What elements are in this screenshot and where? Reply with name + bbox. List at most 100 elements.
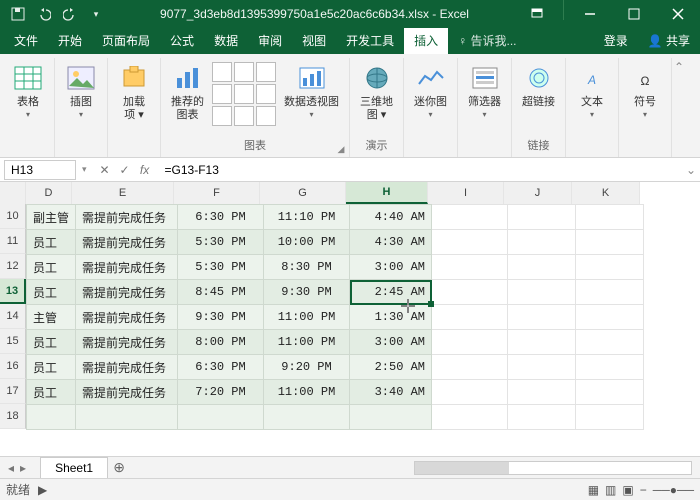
tables-button[interactable]: 表格 ▾	[8, 60, 48, 139]
view-page-layout-icon[interactable]: ▥	[605, 483, 616, 497]
cell[interactable]	[508, 205, 576, 230]
cell[interactable]: 3:00 AM	[350, 255, 432, 280]
cell[interactable]	[350, 405, 432, 430]
filters-button[interactable]: 筛选器 ▾	[464, 60, 505, 139]
cell[interactable]	[432, 280, 508, 305]
ribbon-options-icon[interactable]	[515, 0, 559, 28]
cell[interactable]: 主管	[27, 305, 76, 330]
cell[interactable]: 1:30 AM	[350, 305, 432, 330]
tab-developer[interactable]: 开发工具	[336, 28, 404, 54]
tab-formula[interactable]: 公式	[160, 28, 204, 54]
redo-icon[interactable]	[60, 4, 80, 24]
chart-pie-icon[interactable]	[256, 84, 276, 104]
cell[interactable]: 5:30 PM	[178, 230, 264, 255]
sheet-tab[interactable]: Sheet1	[40, 457, 108, 478]
cell[interactable]: 4:40 AM	[350, 205, 432, 230]
cell[interactable]	[576, 305, 644, 330]
row-header[interactable]: 10	[0, 204, 26, 229]
collapse-ribbon[interactable]: ⌃	[672, 58, 686, 157]
hyperlink-button[interactable]: 超链接	[518, 60, 559, 135]
column-header[interactable]: F	[174, 182, 260, 204]
cell[interactable]	[508, 330, 576, 355]
cell[interactable]: 9:20 PM	[264, 355, 350, 380]
cell[interactable]	[508, 305, 576, 330]
cell[interactable]: 3:40 AM	[350, 380, 432, 405]
cell[interactable]: 需提前完成任务	[76, 205, 178, 230]
cell[interactable]	[508, 355, 576, 380]
cell[interactable]	[508, 280, 576, 305]
cell[interactable]	[432, 355, 508, 380]
add-sheet-button[interactable]: ⊕	[108, 459, 130, 476]
chart-column-icon[interactable]	[212, 62, 232, 82]
cell[interactable]	[432, 380, 508, 405]
cell[interactable]: 6:30 PM	[178, 205, 264, 230]
cell[interactable]: 2:45 AM	[350, 280, 432, 305]
column-header[interactable]: J	[504, 182, 572, 204]
cell[interactable]	[576, 230, 644, 255]
cell[interactable]: 需提前完成任务	[76, 255, 178, 280]
worksheet-grid[interactable]: DEFGHIJK 101112131415161718 副主管需提前完成任务6:…	[0, 182, 700, 456]
cell[interactable]: 11:00 PM	[264, 305, 350, 330]
cell[interactable]: 副主管	[27, 205, 76, 230]
share-button[interactable]: 👤 共享	[638, 28, 700, 54]
cell[interactable]	[264, 405, 350, 430]
cell[interactable]	[432, 405, 508, 430]
login-link[interactable]: 登录	[594, 28, 638, 54]
cell[interactable]	[508, 255, 576, 280]
horizontal-scrollbar[interactable]	[414, 461, 692, 475]
tab-insert[interactable]: 插入	[404, 28, 448, 54]
text-button[interactable]: A 文本 ▾	[572, 60, 612, 139]
recommended-charts-button[interactable]: 推荐的 图表	[167, 60, 208, 135]
row-header[interactable]: 17	[0, 379, 26, 404]
row-header[interactable]: 12	[0, 254, 26, 279]
cell[interactable]: 需提前完成任务	[76, 305, 178, 330]
row-header[interactable]: 18	[0, 404, 26, 429]
view-page-break-icon[interactable]: ▣	[622, 483, 633, 497]
3d-map-button[interactable]: 三维地 图 ▾	[356, 60, 397, 135]
zoom-out-icon[interactable]: −	[640, 483, 647, 497]
chart-combo-icon[interactable]	[234, 106, 254, 126]
cell[interactable]: 8:45 PM	[178, 280, 264, 305]
column-header[interactable]: G	[260, 182, 346, 204]
cell[interactable]	[576, 330, 644, 355]
chart-surface-icon[interactable]	[212, 106, 232, 126]
column-header[interactable]: I	[428, 182, 504, 204]
name-box-dropdown-icon[interactable]: ▾	[78, 164, 91, 175]
cell[interactable]	[432, 205, 508, 230]
select-all-corner[interactable]	[0, 182, 26, 204]
undo-icon[interactable]	[34, 4, 54, 24]
cell[interactable]: 需提前完成任务	[76, 355, 178, 380]
cell[interactable]: 员工	[27, 355, 76, 380]
cell[interactable]	[27, 405, 76, 430]
macro-record-icon[interactable]: ▶	[38, 483, 47, 497]
cell[interactable]: 需提前完成任务	[76, 380, 178, 405]
cell[interactable]: 6:30 PM	[178, 355, 264, 380]
cell[interactable]: 7:20 PM	[178, 380, 264, 405]
cell[interactable]: 需提前完成任务	[76, 230, 178, 255]
cell[interactable]: 3:00 AM	[350, 330, 432, 355]
chart-radar-icon[interactable]	[256, 106, 276, 126]
cell[interactable]	[432, 305, 508, 330]
cell[interactable]	[576, 255, 644, 280]
cancel-formula-icon[interactable]: ✕	[97, 163, 113, 177]
cell[interactable]	[576, 355, 644, 380]
cell[interactable]	[76, 405, 178, 430]
cell[interactable]	[432, 255, 508, 280]
cell[interactable]: 11:00 PM	[264, 380, 350, 405]
chart-hier-icon[interactable]	[256, 62, 276, 82]
chart-line-icon[interactable]	[234, 62, 254, 82]
cell[interactable]	[432, 330, 508, 355]
illustrations-button[interactable]: 插图 ▾	[61, 60, 101, 139]
cell[interactable]: 8:30 PM	[264, 255, 350, 280]
pivot-chart-button[interactable]: 数据透视图 ▾	[280, 60, 343, 135]
row-header[interactable]: 14	[0, 304, 26, 329]
symbols-button[interactable]: Ω 符号 ▾	[625, 60, 665, 139]
sheet-nav-prev-icon[interactable]: ◂	[8, 461, 14, 475]
qat-customize-icon[interactable]: ▾	[86, 4, 106, 24]
zoom-slider[interactable]: ──●──	[653, 483, 694, 497]
cell[interactable]	[576, 205, 644, 230]
tab-layout[interactable]: 页面布局	[92, 28, 160, 54]
row-header[interactable]: 15	[0, 329, 26, 354]
cell[interactable]	[576, 405, 644, 430]
tab-data[interactable]: 数据	[204, 28, 248, 54]
